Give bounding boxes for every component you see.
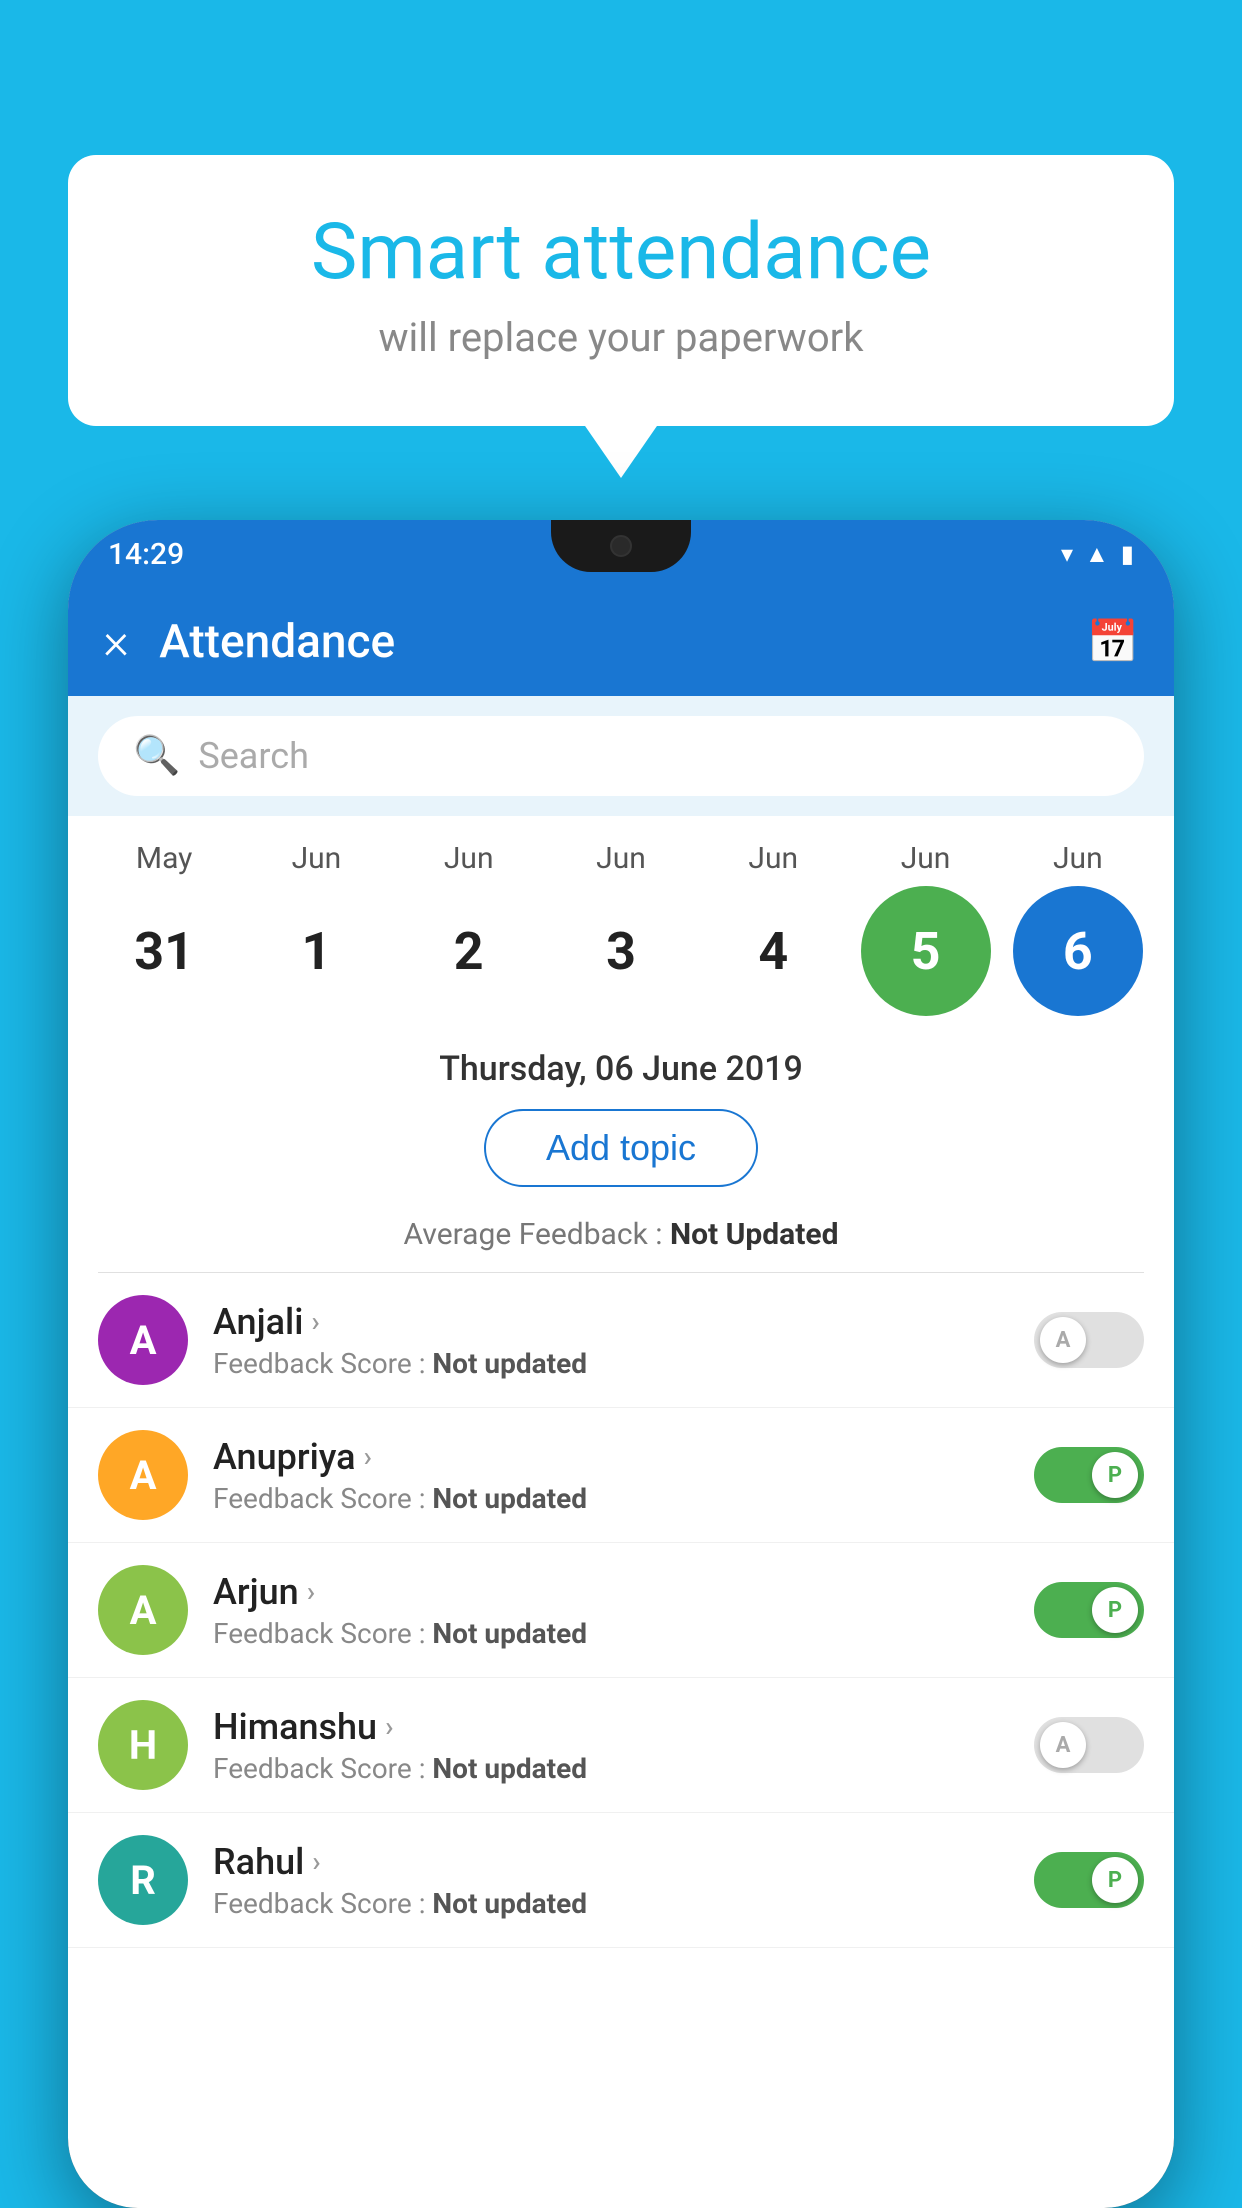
speech-bubble: Smart attendance will replace your paper… [68, 155, 1174, 426]
chevron-anjali: › [311, 1305, 319, 1338]
student-item-anupriya: A Anupriya › Feedback Score : Not update… [68, 1408, 1174, 1543]
search-placeholder: Search [198, 735, 309, 777]
toggle-knob-arjun: P [1092, 1587, 1138, 1633]
student-info-himanshu: Himanshu › Feedback Score : Not updated [213, 1706, 1009, 1785]
student-info-arjun: Arjun › Feedback Score : Not updated [213, 1571, 1009, 1650]
toggle-knob-himanshu: A [1040, 1722, 1086, 1768]
add-topic-button[interactable]: Add topic [484, 1109, 758, 1187]
feedback-val-himanshu: Not updated [432, 1752, 587, 1785]
date-5-today[interactable]: 5 [861, 886, 991, 1016]
calendar-icon[interactable]: 📅 [1087, 618, 1139, 667]
avatar-arjun: A [98, 1565, 188, 1655]
calendar-months: May Jun Jun Jun Jun Jun Jun [88, 841, 1154, 876]
student-item-anjali: A Anjali › Feedback Score : Not updated … [68, 1273, 1174, 1408]
avg-feedback-label: Average Feedback : [404, 1217, 670, 1252]
student-list: A Anjali › Feedback Score : Not updated … [68, 1273, 1174, 1948]
chevron-anupriya: › [364, 1440, 372, 1473]
month-4: Jun [708, 841, 838, 876]
avatar-rahul: R [98, 1835, 188, 1925]
toggle-anjali[interactable]: A [1034, 1312, 1144, 1368]
calendar-dates: 31 1 2 3 4 5 6 [88, 886, 1154, 1016]
notch [551, 520, 691, 572]
avg-feedback: Average Feedback : Not Updated [68, 1205, 1174, 1272]
student-item-arjun: A Arjun › Feedback Score : Not updated P [68, 1543, 1174, 1678]
close-button[interactable]: × [103, 617, 129, 667]
search-field[interactable]: 🔍 Search [98, 716, 1144, 796]
student-item-himanshu: H Himanshu › Feedback Score : Not update… [68, 1678, 1174, 1813]
selected-date-label: Thursday, 06 June 2019 [68, 1031, 1174, 1099]
app-bar: × Attendance 📅 [68, 588, 1174, 696]
student-item-rahul: R Rahul › Feedback Score : Not updated P [68, 1813, 1174, 1948]
toggle-anupriya[interactable]: P [1034, 1447, 1144, 1503]
student-feedback-anjali: Feedback Score : Not updated [213, 1347, 1009, 1380]
bubble-title: Smart attendance [128, 210, 1114, 296]
date-0[interactable]: 31 [99, 886, 229, 1016]
toggle-arjun[interactable]: P [1034, 1582, 1144, 1638]
avatar-anjali: A [98, 1295, 188, 1385]
chevron-rahul: › [312, 1845, 320, 1878]
month-3: Jun [556, 841, 686, 876]
date-3[interactable]: 3 [556, 886, 686, 1016]
add-topic-wrap: Add topic [68, 1099, 1174, 1205]
month-1: Jun [251, 841, 381, 876]
student-feedback-rahul: Feedback Score : Not updated [213, 1887, 1009, 1920]
student-feedback-arjun: Feedback Score : Not updated [213, 1617, 1009, 1650]
app-bar-title: Attendance [159, 615, 1057, 669]
month-0: May [99, 841, 229, 876]
feedback-val-rahul: Not updated [432, 1887, 587, 1920]
avatar-himanshu: H [98, 1700, 188, 1790]
feedback-val-arjun: Not updated [432, 1617, 587, 1650]
status-time: 14:29 [108, 537, 184, 572]
toggle-knob-anupriya: P [1092, 1452, 1138, 1498]
toggle-himanshu[interactable]: A [1034, 1717, 1144, 1773]
student-info-anjali: Anjali › Feedback Score : Not updated [213, 1301, 1009, 1380]
search-bar: 🔍 Search [68, 696, 1174, 816]
chevron-himanshu: › [385, 1710, 393, 1743]
student-info-anupriya: Anupriya › Feedback Score : Not updated [213, 1436, 1009, 1515]
feedback-val-anjali: Not updated [432, 1347, 587, 1380]
student-name-rahul[interactable]: Rahul › [213, 1841, 1009, 1883]
student-name-anjali[interactable]: Anjali › [213, 1301, 1009, 1343]
phone-screen: 14:29 ▾ ▲ ▮ × Attendance 📅 🔍 Search May … [68, 520, 1174, 2208]
date-1[interactable]: 1 [251, 886, 381, 1016]
phone-frame: 14:29 ▾ ▲ ▮ × Attendance 📅 🔍 Search May … [68, 520, 1174, 2208]
month-5: Jun [861, 841, 991, 876]
date-2[interactable]: 2 [404, 886, 534, 1016]
status-icons: ▾ ▲ ▮ [1061, 540, 1134, 569]
date-6-selected[interactable]: 6 [1013, 886, 1143, 1016]
bubble-subtitle: will replace your paperwork [128, 314, 1114, 361]
toggle-rahul[interactable]: P [1034, 1852, 1144, 1908]
avg-feedback-value: Not Updated [670, 1217, 839, 1252]
front-camera [610, 535, 632, 557]
date-4[interactable]: 4 [708, 886, 838, 1016]
toggle-knob-rahul: P [1092, 1857, 1138, 1903]
toggle-knob-anjali: A [1040, 1317, 1086, 1363]
student-info-rahul: Rahul › Feedback Score : Not updated [213, 1841, 1009, 1920]
month-2: Jun [404, 841, 534, 876]
signal-icon: ▲ [1085, 540, 1109, 569]
student-name-arjun[interactable]: Arjun › [213, 1571, 1009, 1613]
battery-icon: ▮ [1121, 540, 1134, 568]
student-feedback-anupriya: Feedback Score : Not updated [213, 1482, 1009, 1515]
month-6: Jun [1013, 841, 1143, 876]
student-name-himanshu[interactable]: Himanshu › [213, 1706, 1009, 1748]
wifi-icon: ▾ [1061, 540, 1073, 568]
avatar-anupriya: A [98, 1430, 188, 1520]
student-feedback-himanshu: Feedback Score : Not updated [213, 1752, 1009, 1785]
calendar-strip: May Jun Jun Jun Jun Jun Jun 31 1 2 3 4 5… [68, 816, 1174, 1031]
chevron-arjun: › [307, 1575, 315, 1608]
student-name-anupriya[interactable]: Anupriya › [213, 1436, 1009, 1478]
search-icon: 🔍 [133, 734, 180, 778]
feedback-val-anupriya: Not updated [432, 1482, 587, 1515]
